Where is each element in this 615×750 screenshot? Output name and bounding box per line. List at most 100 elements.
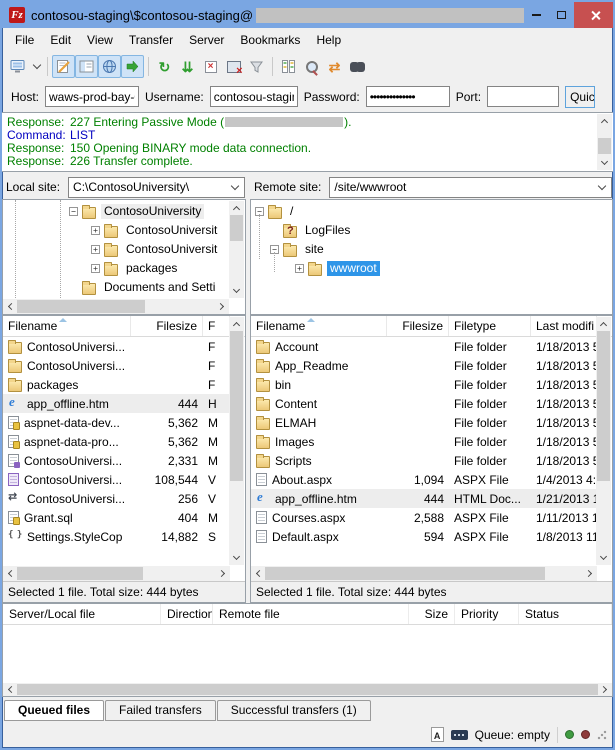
column-header-direction[interactable]: Direction [161, 604, 213, 624]
scroll-up-icon[interactable] [597, 114, 612, 128]
file-row[interactable]: aspnet-data-dev... 5,362 M [3, 413, 230, 432]
host-input[interactable] [45, 86, 139, 107]
column-header-server-local-file[interactable]: Server/Local file [3, 604, 161, 624]
scroll-up-icon[interactable] [596, 317, 611, 331]
column-header-filesize[interactable]: Filesize [131, 316, 203, 336]
tree-item-label[interactable]: ContosoUniversit [123, 223, 220, 238]
tree-item[interactable]: − / [251, 202, 612, 221]
tree-item[interactable]: + wwwroot [251, 259, 612, 278]
cancel-operation-button[interactable]: × [199, 55, 222, 78]
file-row[interactable]: Content File folder 1/18/2013 5 [251, 394, 597, 413]
file-row-selected[interactable]: app_offline.htm 444 HTML Doc... 1/21/201… [251, 489, 597, 508]
find-files-button[interactable] [300, 55, 323, 78]
local-list-scrollbar[interactable] [229, 317, 244, 565]
scroll-down-icon[interactable] [229, 551, 244, 565]
file-row[interactable]: aspnet-data-pro... 5,362 M [3, 432, 230, 451]
file-row[interactable]: About.aspx 1,094 ASPX File 1/4/2013 4: [251, 470, 597, 489]
file-row[interactable]: Settings.StyleCop 14,882 S [3, 527, 230, 546]
remote-site-combobox[interactable]: /site/wwwroot [329, 177, 612, 198]
menu-file[interactable]: File [7, 30, 42, 50]
tree-item-label[interactable]: site [302, 242, 327, 257]
tree-item-label[interactable]: wwwroot [327, 261, 380, 276]
refresh-button[interactable]: ↻ [153, 55, 176, 78]
file-row[interactable]: Images File folder 1/18/2013 5 [251, 432, 597, 451]
scroll-thumb[interactable] [230, 215, 243, 241]
expand-icon[interactable]: + [91, 264, 100, 273]
column-header-last-modified[interactable]: Last modifi [531, 316, 597, 336]
file-row[interactable]: Courses.aspx 2,588 ASPX File 1/11/2013 1 [251, 508, 597, 527]
tree-item-label[interactable]: packages [123, 261, 180, 276]
file-row[interactable]: Default.aspx 594 ASPX File 1/8/2013 11 [251, 527, 597, 546]
file-row[interactable]: ContosoUniversi... F [3, 337, 230, 356]
process-queue-button[interactable]: ⇊ [176, 55, 199, 78]
expand-icon[interactable]: + [295, 264, 304, 273]
menu-bookmarks[interactable]: Bookmarks [232, 30, 308, 50]
file-row[interactable]: ContosoUniversi... 2,331 M [3, 451, 230, 470]
site-manager-button[interactable] [7, 55, 30, 78]
tree-item[interactable]: + ContosoUniversit [3, 240, 245, 259]
column-header-priority[interactable]: Priority [455, 604, 519, 624]
search-button[interactable] [346, 55, 369, 78]
scroll-down-icon[interactable] [597, 156, 612, 170]
column-header-filename[interactable]: Filename [3, 316, 131, 336]
toggle-remote-tree-button[interactable] [98, 55, 121, 78]
file-row-selected[interactable]: app_offline.htm 444 H [3, 394, 230, 413]
local-list-hscrollbar[interactable] [3, 566, 230, 581]
scroll-left-icon[interactable] [3, 682, 17, 697]
expand-icon[interactable]: + [91, 245, 100, 254]
toggle-message-log-button[interactable] [52, 55, 75, 78]
minimize-button[interactable] [524, 2, 549, 28]
column-header-size[interactable]: Size [409, 604, 455, 624]
password-input[interactable] [366, 86, 450, 107]
close-button[interactable] [574, 2, 615, 28]
menu-server[interactable]: Server [181, 30, 232, 50]
scroll-thumb[interactable] [265, 567, 545, 580]
scroll-left-icon[interactable] [3, 299, 17, 314]
tree-item-label[interactable]: Documents and Setti [101, 280, 218, 295]
remote-list-hscrollbar[interactable] [251, 566, 597, 581]
file-row[interactable]: ELMAH File folder 1/18/2013 5 [251, 413, 597, 432]
disconnect-button[interactable] [222, 55, 245, 78]
column-header-filetype[interactable]: Filetype [449, 316, 531, 336]
scroll-right-icon[interactable] [598, 682, 612, 697]
filters-button[interactable] [245, 55, 268, 78]
local-tree-scrollbar[interactable] [229, 201, 244, 298]
tree-item-label[interactable]: / [287, 204, 296, 219]
scroll-thumb[interactable] [17, 300, 145, 313]
file-row[interactable]: ContosoUniversi... 256 V [3, 489, 230, 508]
tree-item[interactable]: − ContosoUniversity [3, 202, 245, 221]
scroll-down-icon[interactable] [596, 551, 611, 565]
menu-view[interactable]: View [79, 30, 121, 50]
file-row[interactable]: packages F [3, 375, 230, 394]
scroll-left-icon[interactable] [3, 566, 17, 581]
scroll-right-icon[interactable] [216, 566, 230, 581]
tree-item-label[interactable]: ContosoUniversity [101, 204, 204, 219]
menu-edit[interactable]: Edit [42, 30, 79, 50]
column-header-filetype[interactable]: F [203, 316, 230, 336]
file-row[interactable]: Account File folder 1/18/2013 5 [251, 337, 597, 356]
synchronized-browsing-button[interactable]: ⇄ [323, 55, 346, 78]
scroll-right-icon[interactable] [215, 299, 229, 314]
scroll-thumb[interactable] [17, 684, 598, 695]
local-site-combobox[interactable]: C:\ContosoUniversity\ [68, 177, 245, 198]
file-row[interactable]: ContosoUniversi... 108,544 V [3, 470, 230, 489]
remote-list-scrollbar[interactable] [596, 317, 611, 565]
scroll-right-icon[interactable] [583, 566, 597, 581]
port-input[interactable] [487, 86, 559, 107]
toggle-transfer-queue-button[interactable] [121, 55, 144, 78]
file-row[interactable]: App_Readme File folder 1/18/2013 5 [251, 356, 597, 375]
site-manager-dropdown[interactable] [30, 55, 43, 78]
toggle-local-tree-button[interactable] [75, 55, 98, 78]
scroll-thumb[interactable] [230, 331, 243, 481]
tree-item[interactable]: − site [251, 240, 612, 259]
tree-item-label[interactable]: LogFiles [302, 223, 353, 238]
maximize-button[interactable] [549, 2, 574, 28]
column-header-status[interactable]: Status [519, 604, 612, 624]
scroll-thumb[interactable] [598, 138, 611, 154]
tree-item-label[interactable]: ContosoUniversit [123, 242, 220, 257]
tab-failed-transfers[interactable]: Failed transfers [105, 700, 216, 721]
log-scrollbar[interactable] [597, 114, 612, 170]
file-row[interactable]: ContosoUniversi... F [3, 356, 230, 375]
speed-limits-icon[interactable] [451, 730, 468, 740]
column-header-filesize[interactable]: Filesize [387, 316, 449, 336]
